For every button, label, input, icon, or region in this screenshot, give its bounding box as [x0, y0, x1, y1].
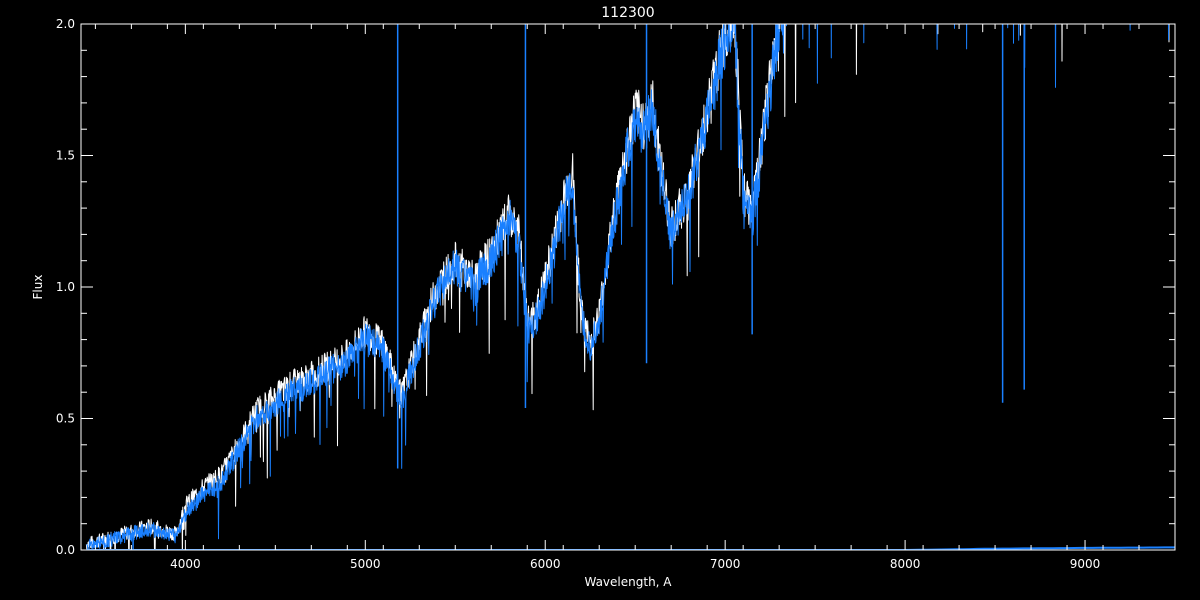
x-tick-label: 9000 [1070, 557, 1101, 571]
y-tick-label: 0.0 [56, 543, 75, 557]
spectrum-series-1 [85, 24, 1170, 550]
spectrum-chart: 112300 Wavelength, A Flux 4000 5000 6000 70… [31, 5, 1176, 589]
x-tick-label: 8000 [890, 557, 921, 571]
chart-title: 112300 [601, 5, 654, 21]
y-tick-label: 2.0 [56, 17, 75, 31]
x-axis-label: Wavelength, A [584, 575, 672, 589]
x-tick-label: 6000 [530, 557, 561, 571]
y-tick-label: 1.5 [56, 149, 75, 163]
y-tick-label: 1.0 [56, 280, 75, 294]
x-tick-label: 7000 [710, 557, 741, 571]
y-axis-label: Flux [31, 275, 45, 300]
plot-frame [80, 23, 1176, 551]
x-tick-label: 5000 [350, 557, 381, 571]
x-tick-label: 4000 [170, 557, 201, 571]
spectrum-series-2 [86, 24, 1170, 550]
y-tick-label: 0.5 [56, 412, 75, 426]
